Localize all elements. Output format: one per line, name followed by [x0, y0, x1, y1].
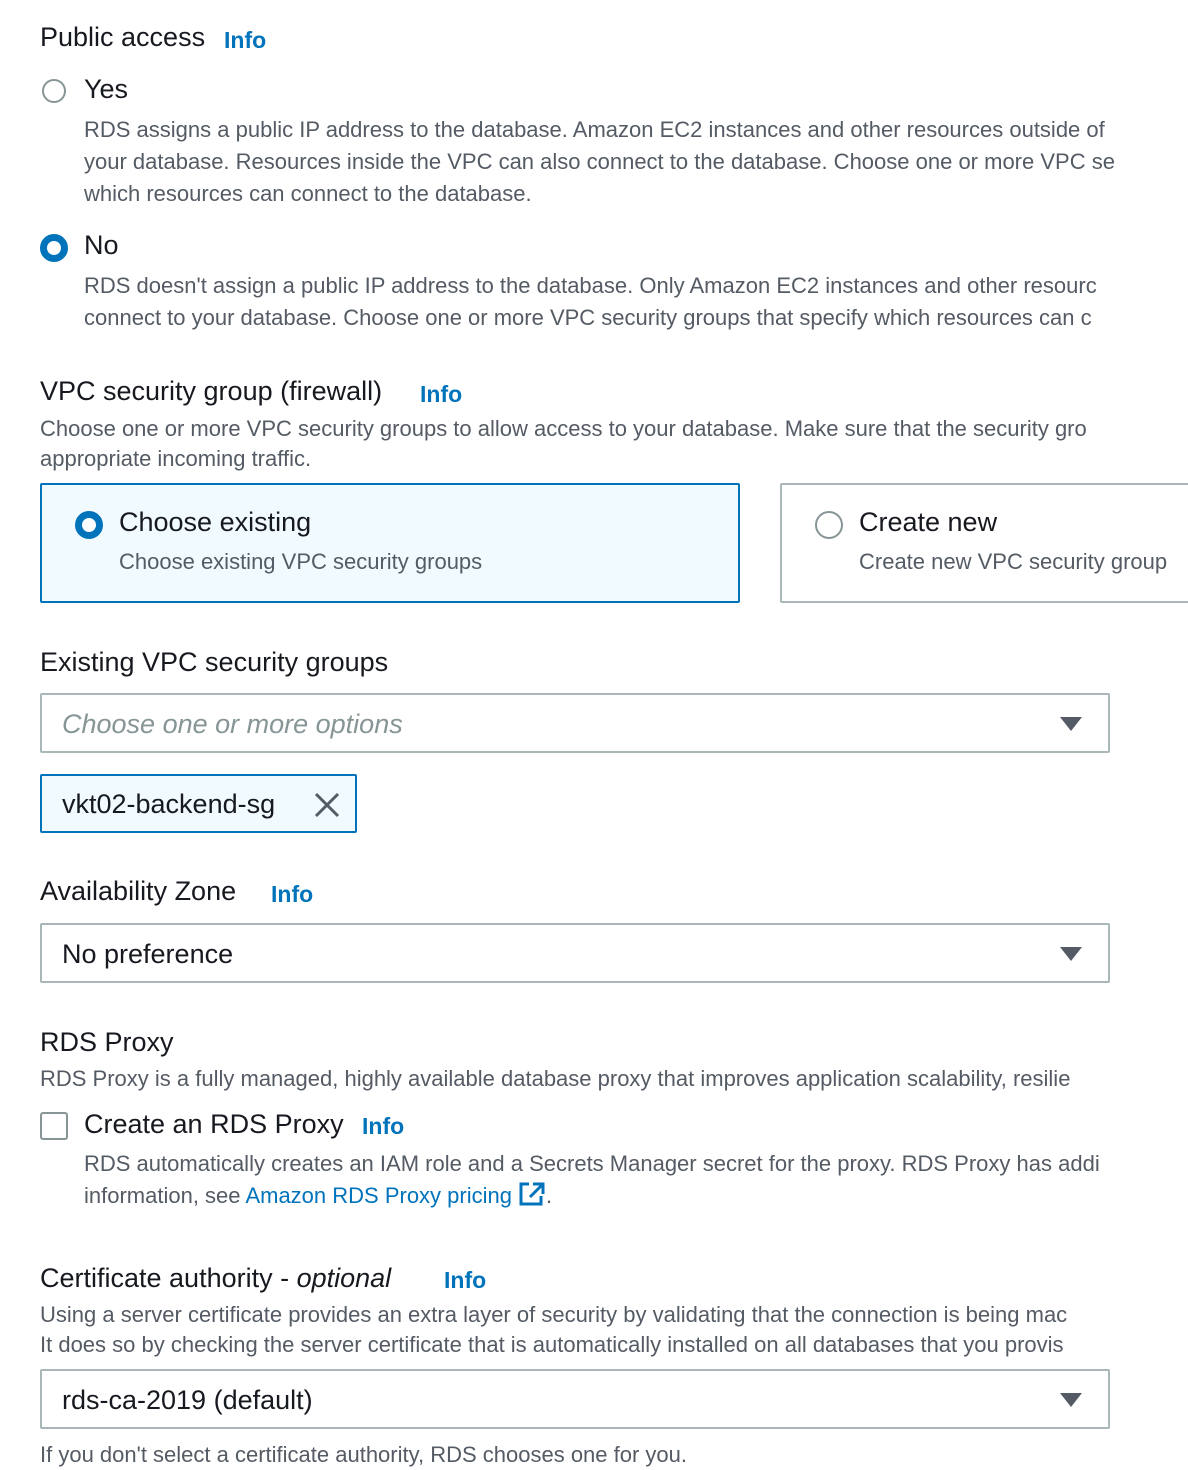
availability-zone-select[interactable]: No preference: [40, 923, 1110, 983]
rds-proxy-pricing-link-text[interactable]: Amazon RDS Proxy pricing: [245, 1183, 512, 1208]
public-access-yes-desc-line1: RDS assigns a public IP address to the d…: [84, 117, 1105, 142]
rds-proxy-desc: RDS Proxy is a fully managed, highly ava…: [40, 1066, 1071, 1091]
certificate-authority-desc-line2: It does so by checking the server certif…: [40, 1332, 1064, 1357]
rds-proxy-info-link[interactable]: Info: [362, 1113, 404, 1140]
create-new-tile[interactable]: Create new Create new VPC security group: [780, 483, 1188, 603]
rds-proxy-detail-prefix: information, see: [84, 1183, 246, 1208]
security-group-token: vkt02-backend-sg: [40, 774, 357, 833]
certificate-authority-label: Certificate authority - optional: [40, 1263, 391, 1294]
rds-proxy-detail-line2: information, see Amazon RDS Proxy pricin…: [84, 1180, 552, 1212]
existing-groups-multiselect[interactable]: Choose one or more options: [40, 693, 1110, 753]
choose-existing-label: Choose existing: [119, 507, 312, 537]
rds-proxy-detail-suffix: .: [545, 1183, 553, 1208]
create-new-label: Create new: [859, 507, 998, 537]
rds-proxy-detail-line1: RDS automatically creates an IAM role an…: [84, 1151, 1100, 1176]
rds-proxy-pricing-link[interactable]: Amazon RDS Proxy pricing: [245, 1181, 546, 1208]
public-access-yes-desc-line3: which resources can connect to the datab…: [84, 181, 532, 206]
availability-zone-value: No preference: [62, 939, 234, 969]
existing-groups-label: Existing VPC security groups: [40, 647, 389, 677]
create-new-desc: Create new VPC security group: [859, 549, 1168, 574]
create-rds-proxy-label: Create an RDS Proxy: [84, 1109, 344, 1139]
choose-existing-tile[interactable]: Choose existing Choose existing VPC secu…: [40, 483, 740, 603]
vpc-security-group-info-link[interactable]: Info: [420, 381, 462, 408]
rds-proxy-heading: RDS Proxy: [40, 1027, 174, 1057]
availability-zone-label: Availability Zone: [40, 876, 237, 906]
public-access-yes-label: Yes: [84, 74, 129, 104]
public-access-no-radio[interactable]: [40, 234, 68, 262]
vpc-security-group-desc-line2: appropriate incoming traffic.: [40, 446, 312, 471]
public-access-yes-desc-line2: your database. Resources inside the VPC …: [84, 149, 1115, 174]
availability-zone-info-link[interactable]: Info: [271, 881, 313, 908]
certificate-authority-desc-line1: Using a server certificate provides an e…: [40, 1302, 1068, 1327]
caret-down-icon: [1060, 1393, 1082, 1407]
choose-existing-desc: Choose existing VPC security groups: [119, 549, 483, 574]
certificate-authority-optional: optional: [296, 1263, 392, 1293]
existing-groups-placeholder: Choose one or more options: [62, 709, 403, 739]
certificate-authority-select[interactable]: rds-ca-2019 (default): [40, 1369, 1110, 1429]
public-access-no-desc-line1: RDS doesn't assign a public IP address t…: [84, 273, 1097, 298]
vpc-security-group-heading: VPC security group (firewall): [40, 376, 383, 406]
public-access-no-label: No: [84, 230, 119, 260]
public-access-no-desc-line2: connect to your database. Choose one or …: [84, 305, 1092, 330]
security-group-token-label: vkt02-backend-sg: [62, 789, 276, 819]
certificate-authority-info-link[interactable]: Info: [444, 1267, 486, 1294]
choose-existing-radio[interactable]: [75, 511, 103, 539]
certificate-authority-value: rds-ca-2019 (default): [62, 1385, 313, 1415]
public-access-yes-radio[interactable]: [42, 79, 66, 103]
caret-down-icon: [1060, 947, 1082, 961]
vpc-security-group-desc-line1: Choose one or more VPC security groups t…: [40, 416, 1087, 441]
certificate-authority-label-text: Certificate authority -: [40, 1263, 297, 1293]
close-icon[interactable]: [312, 790, 342, 820]
create-rds-proxy-checkbox[interactable]: [40, 1112, 68, 1140]
caret-down-icon: [1060, 717, 1082, 731]
external-link-icon[interactable]: [518, 1181, 546, 1207]
create-new-radio[interactable]: [815, 511, 843, 539]
public-access-info-link[interactable]: Info: [224, 27, 266, 54]
certificate-authority-hint: If you don't select a certificate author…: [40, 1442, 688, 1467]
public-access-heading: Public access: [40, 22, 206, 52]
